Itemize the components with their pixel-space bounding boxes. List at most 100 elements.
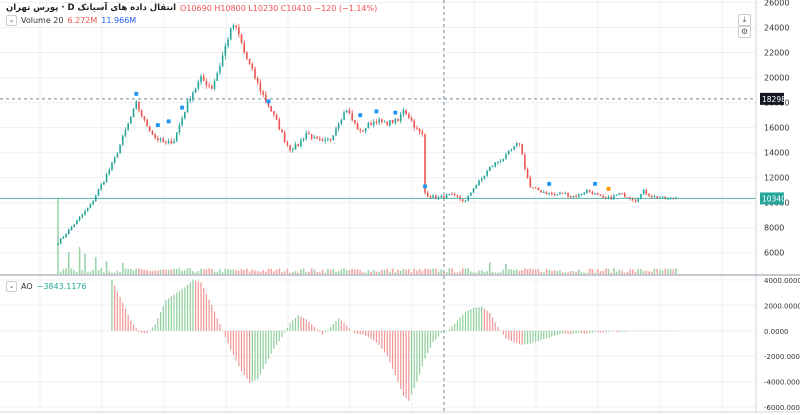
candle[interactable] bbox=[456, 195, 459, 197]
candle[interactable] bbox=[297, 144, 299, 147]
candle[interactable] bbox=[140, 110, 143, 117]
candle[interactable] bbox=[375, 121, 378, 123]
candle[interactable] bbox=[618, 193, 621, 195]
candle[interactable] bbox=[130, 117, 132, 124]
candle[interactable] bbox=[143, 116, 146, 120]
candle[interactable] bbox=[391, 120, 394, 123]
candle[interactable] bbox=[478, 180, 480, 186]
candle[interactable] bbox=[275, 114, 278, 120]
candle[interactable] bbox=[526, 169, 529, 178]
candle[interactable] bbox=[483, 175, 486, 179]
candle[interactable] bbox=[256, 78, 259, 83]
candle[interactable] bbox=[402, 110, 405, 115]
candle[interactable] bbox=[92, 201, 94, 205]
candle[interactable] bbox=[81, 214, 84, 217]
candle[interactable] bbox=[335, 128, 337, 136]
candle[interactable] bbox=[76, 220, 78, 225]
candle[interactable] bbox=[410, 117, 413, 121]
candle[interactable] bbox=[545, 192, 548, 194]
candle[interactable] bbox=[650, 195, 653, 198]
candle[interactable] bbox=[383, 121, 386, 123]
candle[interactable] bbox=[216, 73, 219, 81]
candle[interactable] bbox=[170, 140, 173, 144]
candle[interactable] bbox=[408, 114, 410, 118]
candle[interactable] bbox=[78, 216, 81, 221]
candle[interactable] bbox=[186, 101, 189, 113]
candle[interactable] bbox=[532, 187, 534, 189]
candle[interactable] bbox=[556, 194, 559, 196]
candle[interactable] bbox=[178, 125, 181, 133]
candle[interactable] bbox=[192, 92, 194, 99]
candle[interactable] bbox=[219, 66, 221, 74]
event-marker-icon[interactable] bbox=[393, 110, 398, 115]
candle[interactable] bbox=[248, 58, 251, 64]
candle[interactable] bbox=[148, 126, 151, 132]
candle[interactable] bbox=[103, 181, 105, 185]
price-axis[interactable]: 6000800010000120001400016000180002000022… bbox=[760, 0, 800, 412]
candle[interactable] bbox=[291, 149, 294, 151]
candle[interactable] bbox=[321, 139, 324, 141]
candle[interactable] bbox=[499, 160, 502, 162]
candle[interactable] bbox=[243, 42, 246, 53]
candle[interactable] bbox=[432, 195, 434, 198]
candle[interactable] bbox=[351, 113, 353, 121]
candle[interactable] bbox=[602, 195, 604, 198]
candle[interactable] bbox=[661, 196, 664, 198]
event-marker-icon[interactable] bbox=[358, 113, 363, 118]
candle[interactable] bbox=[445, 194, 448, 198]
event-marker-icon[interactable] bbox=[134, 91, 139, 96]
candle[interactable] bbox=[238, 27, 240, 35]
volume-label[interactable]: Volume 20 bbox=[21, 16, 63, 25]
candle[interactable] bbox=[302, 138, 305, 141]
candle[interactable] bbox=[151, 131, 154, 135]
candle[interactable] bbox=[418, 128, 421, 132]
candle[interactable] bbox=[588, 189, 591, 192]
candle[interactable] bbox=[642, 189, 645, 194]
candle[interactable] bbox=[289, 144, 291, 151]
candle[interactable] bbox=[181, 118, 183, 126]
scroll-to-latest-icon[interactable]: ⤓ bbox=[738, 14, 751, 26]
candle[interactable] bbox=[632, 199, 634, 201]
candle[interactable] bbox=[240, 34, 243, 43]
candle[interactable] bbox=[494, 162, 496, 167]
candle[interactable] bbox=[343, 112, 345, 120]
candle[interactable] bbox=[359, 129, 362, 131]
candle[interactable] bbox=[480, 178, 483, 181]
candle[interactable] bbox=[108, 169, 111, 175]
candle[interactable] bbox=[184, 112, 186, 119]
candle[interactable] bbox=[564, 193, 567, 195]
candle[interactable] bbox=[200, 76, 202, 83]
candle[interactable] bbox=[354, 120, 356, 124]
candle[interactable] bbox=[246, 52, 248, 59]
candle[interactable] bbox=[345, 110, 348, 113]
candle[interactable] bbox=[165, 142, 167, 144]
candle[interactable] bbox=[429, 196, 432, 198]
candle[interactable] bbox=[572, 195, 575, 198]
candle[interactable] bbox=[89, 204, 92, 208]
candle[interactable] bbox=[524, 154, 526, 170]
candle[interactable] bbox=[491, 166, 494, 168]
candle[interactable] bbox=[540, 190, 542, 193]
candle[interactable] bbox=[424, 134, 426, 193]
candle[interactable] bbox=[421, 131, 424, 135]
candle[interactable] bbox=[62, 236, 65, 239]
candle[interactable] bbox=[111, 162, 113, 170]
candle[interactable] bbox=[70, 226, 73, 230]
candle[interactable] bbox=[413, 120, 416, 128]
event-marker-icon[interactable] bbox=[374, 109, 379, 114]
candle[interactable] bbox=[648, 194, 650, 196]
candle[interactable] bbox=[453, 194, 456, 196]
candle[interactable] bbox=[580, 194, 583, 196]
candle[interactable] bbox=[507, 151, 510, 155]
candle[interactable] bbox=[518, 143, 521, 145]
candle[interactable] bbox=[324, 139, 326, 141]
candle[interactable] bbox=[159, 138, 162, 141]
candle[interactable] bbox=[561, 192, 564, 194]
candle[interactable] bbox=[229, 28, 232, 40]
candle[interactable] bbox=[227, 39, 229, 46]
candle[interactable] bbox=[443, 195, 445, 198]
candle[interactable] bbox=[318, 138, 321, 140]
candle[interactable] bbox=[521, 144, 523, 155]
candle[interactable] bbox=[656, 196, 658, 199]
candle[interactable] bbox=[235, 25, 237, 28]
